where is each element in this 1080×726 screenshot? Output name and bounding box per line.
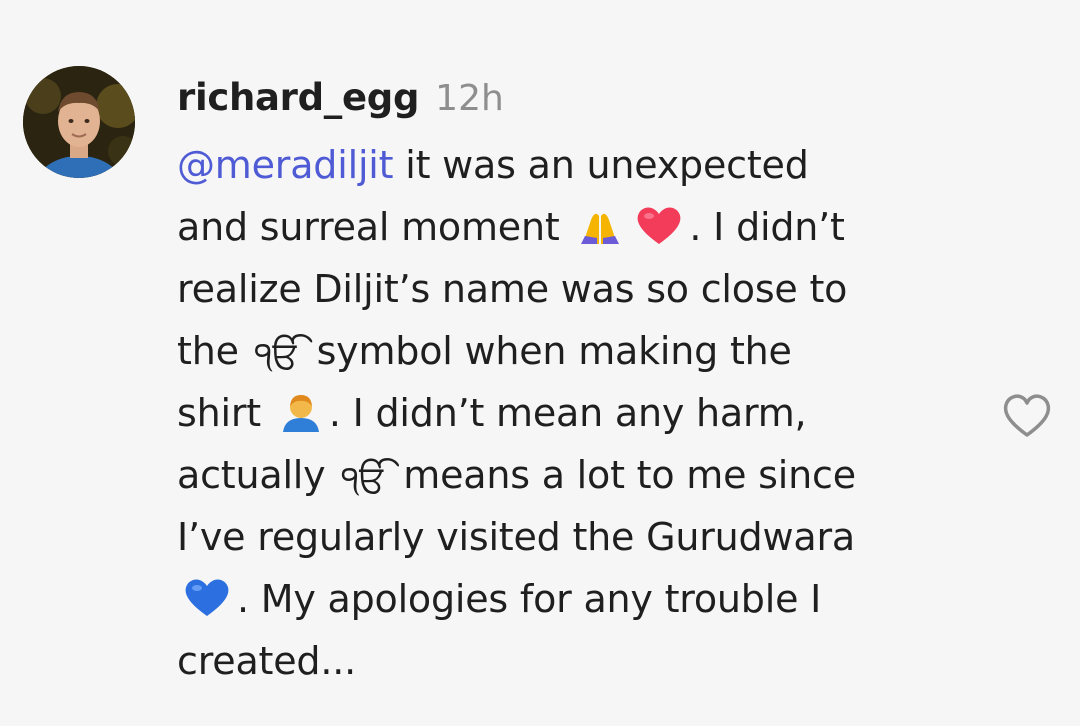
ik-onkar-symbol: ੴ — [341, 457, 388, 501]
comment-text: the — [177, 329, 251, 373]
comment-line: the ੴ symbol when making the — [177, 320, 967, 382]
comment-content: richard_egg 12h @meradiljit it was an un… — [177, 76, 967, 692]
comment-text: it was an unexpected — [393, 143, 809, 187]
blue-heart-icon — [183, 574, 231, 636]
comment-line: shirt . I didn’t mean any harm, — [177, 382, 967, 444]
red-heart-icon — [635, 202, 683, 264]
comment-line: . My apologies for any trouble I — [177, 568, 967, 630]
comment-text: realize Diljit’s name was so close to — [177, 267, 848, 311]
comment-line: realize Diljit’s name was so close to — [177, 258, 967, 320]
folded-hands-icon — [577, 202, 623, 264]
mention-link[interactable]: @meradiljit — [177, 143, 394, 187]
avatar-image — [23, 66, 135, 178]
comment-text: means a lot to me since — [391, 453, 856, 497]
comment-text: shirt — [177, 391, 273, 435]
like-button[interactable] — [1001, 391, 1053, 439]
comment-line: actually ੴ means a lot to me since — [177, 444, 967, 506]
comment-line: and surreal moment . I didn’t — [177, 196, 967, 258]
timestamp: 12h — [435, 78, 504, 119]
comment-text: actually — [177, 453, 338, 497]
comment-text: . My apologies for any trouble I — [237, 577, 822, 621]
heart-outline-icon — [1003, 394, 1051, 437]
ik-onkar-symbol: ੴ — [254, 333, 301, 377]
comment-line: created... — [177, 630, 967, 692]
comment-item: richard_egg 12h @meradiljit it was an un… — [0, 0, 1080, 726]
comment-text: . I didn’t — [689, 205, 845, 249]
comment-body: @meradiljit it was an unexpected and sur… — [177, 134, 967, 692]
username[interactable]: richard_egg — [177, 76, 419, 119]
comment-text: symbol when making the — [304, 329, 792, 373]
comment-header: richard_egg 12h — [177, 76, 967, 132]
comment-text: . I didn’t mean any harm, — [328, 391, 807, 435]
comment-line: I’ve regularly visited the Gurudwara — [177, 506, 967, 568]
comment-text: created... — [177, 639, 356, 683]
comment-text: I’ve regularly visited the Gurudwara — [177, 515, 855, 559]
comment-text: and surreal moment — [177, 205, 572, 249]
avatar[interactable] — [23, 66, 135, 178]
comment-line: @meradiljit it was an unexpected — [177, 134, 967, 196]
person-icon — [279, 388, 323, 450]
